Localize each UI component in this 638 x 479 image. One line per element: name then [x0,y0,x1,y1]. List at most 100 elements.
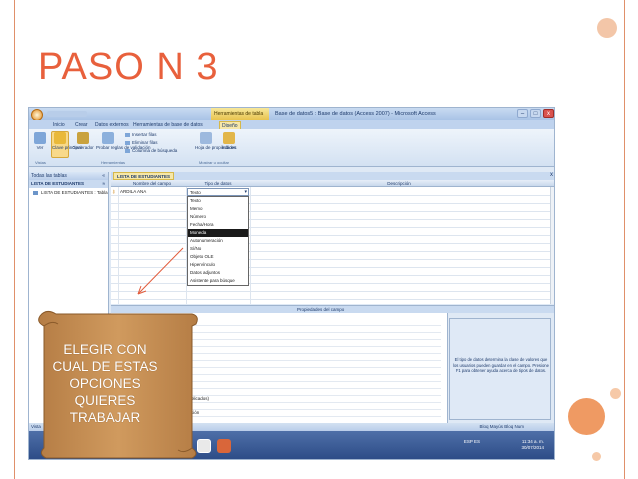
table-icon [33,190,38,195]
table-row[interactable] [111,204,554,212]
callout-line: CUAL DE ESTAS [52,359,158,374]
decorative-circle-bottom [592,452,601,461]
indexes-button[interactable]: Índices [221,132,237,150]
close-document-icon[interactable]: x [550,172,553,178]
table-row[interactable] [111,260,554,268]
property-sheet-button[interactable]: Hoja de propiedades [195,132,237,150]
design-grid: Nombre del campo Tipo de datos Descripci… [111,180,554,304]
view-icon [34,132,46,144]
document-tab-bar: LISTA DE ESTUDIANTES x [111,172,554,180]
decorative-circle-small [610,388,621,399]
primary-key-button[interactable]: Clave principal [51,131,82,158]
quick-access-toolbar[interactable] [47,111,87,117]
tab-datos-externos[interactable]: Datos externos [93,121,131,129]
dropdown-option[interactable]: Texto [188,197,248,205]
chevron-down-icon[interactable]: ▾ [244,189,247,195]
table-row[interactable] [111,196,554,204]
slide-title: PASO N 3 [38,46,219,88]
primary-key-row-icon: ⚷ [112,189,116,194]
table-row[interactable] [111,268,554,276]
ribbon-tab-bar: Inicio Crear Datos externos Herramientas… [29,120,554,130]
table-row[interactable] [111,228,554,236]
dropdown-option[interactable]: Sí/No [188,245,248,253]
ribbon: Ver Clave principal Generador Probar reg… [29,129,554,167]
dropdown-option-selected[interactable]: Moneda [188,229,248,237]
data-type-dropdown: Texto Memo Número Fecha/Hora Moneda Auto… [187,196,249,286]
taskbar-clock[interactable]: 11:34 a. m. 30/07/2014 [484,439,544,451]
tab-herramientas-bd[interactable]: Herramientas de base de datos [131,121,205,129]
help-text: El tipo de datos determina la clase de v… [453,357,549,373]
dropdown-option[interactable]: Hipervínculo [188,261,248,269]
slide-frame-right-line [624,0,625,479]
check-rules-icon [102,132,114,144]
close-button[interactable]: x [543,109,554,118]
delete-rows-icon [125,140,130,145]
language-indicator[interactable]: ESP ES [464,439,480,445]
nav-header-label: Todas las tablas [31,173,67,179]
decorative-circle-top [597,18,617,38]
decorative-circle-large [568,398,605,435]
callout-line: ELEGIR CON [63,342,147,357]
column-header-field-name[interactable]: Nombre del campo [119,181,185,186]
nav-pane-header[interactable]: Todas las tablas « [29,172,108,180]
key-icon [54,132,66,144]
nav-group-lista[interactable]: LISTA DE ESTUDIANTES ≈ [29,180,108,188]
dropdown-option[interactable]: Fecha/Hora [188,221,248,229]
tab-inicio[interactable]: Inicio [51,121,67,129]
table-row[interactable] [111,284,554,292]
column-header-data-type[interactable]: Tipo de datos [187,181,249,186]
callout-text: ELEGIR CON CUAL DE ESTAS OPCIONES QUIERE… [42,341,168,426]
data-type-select[interactable]: Texto ▾ [187,188,249,196]
dropdown-option[interactable]: Autonumeración [188,237,248,245]
view-button[interactable]: Ver [33,132,47,150]
column-divider [250,187,251,304]
tab-crear[interactable]: Crear [73,121,90,129]
lookup-column-label: Columna de búsqueda [132,148,178,153]
dropdown-option[interactable]: Datos adjuntos [188,269,248,277]
nav-item-table[interactable]: LISTA DE ESTUDIANTES : Tabla [29,188,108,196]
group-label-vistas: Vistas [35,160,46,165]
slide-frame-left-line [14,0,15,479]
status-right: Bloq Mayús Bloq Num [479,424,524,429]
insert-rows-label: Insertar filas [132,132,157,137]
collapse-pane-icon[interactable]: « [102,173,105,179]
dropdown-option[interactable]: Memo [188,205,248,213]
dropdown-option[interactable]: Asistente para búsque [188,277,248,285]
table-row[interactable] [111,252,554,260]
table-row[interactable] [111,220,554,228]
delete-rows-button[interactable]: Eliminar filas [125,140,158,145]
test-rules-button[interactable]: Probar reglas de validación [96,132,151,150]
indexes-icon [223,132,235,144]
nav-item-label: LISTA DE ESTUDIANTES : Tabla [41,190,108,195]
dropdown-option[interactable]: Número [188,213,248,221]
table-row[interactable] [111,276,554,284]
insert-rows-button[interactable]: Insertar filas [125,132,157,137]
delete-rows-label: Eliminar filas [132,140,158,145]
property-sheet-icon [200,132,212,144]
window-titlebar: Herramientas de tabla Base de datos5 : B… [29,108,554,121]
maximize-button[interactable]: □ [530,109,541,118]
group-label-herramientas: Herramientas [101,160,126,165]
lookup-column-button[interactable]: Columna de búsqueda [125,148,177,153]
callout-line: QUIERES [74,393,136,408]
builder-button[interactable]: Generador [72,132,94,150]
dropdown-option[interactable]: Objeto OLE [188,253,248,261]
data-type-value: Texto [190,190,201,195]
column-header-description[interactable]: Descripción [251,181,547,186]
chevron-up-icon[interactable]: ≈ [103,181,105,186]
minimize-button[interactable]: – [517,109,528,118]
indexes-label: Índices [221,145,237,150]
table-row[interactable] [111,212,554,220]
table-row[interactable] [111,292,554,300]
table-row[interactable] [111,244,554,252]
field-name-cell[interactable]: ARDILA ANA [120,189,146,194]
grid-header: Nombre del campo Tipo de datos Descripci… [111,180,554,187]
access-taskbar-icon[interactable] [217,439,231,453]
grid-scrollbar[interactable] [550,187,554,304]
context-tab-label: Herramientas de tabla [214,111,264,117]
document-tab[interactable]: LISTA DE ESTUDIANTES [113,172,175,180]
nav-group-label: LISTA DE ESTUDIANTES [31,181,85,186]
table-row[interactable] [111,236,554,244]
table-row[interactable]: ⚷ ARDILA ANA [111,188,554,196]
field-properties-label: Propiedades del campo [297,307,345,312]
